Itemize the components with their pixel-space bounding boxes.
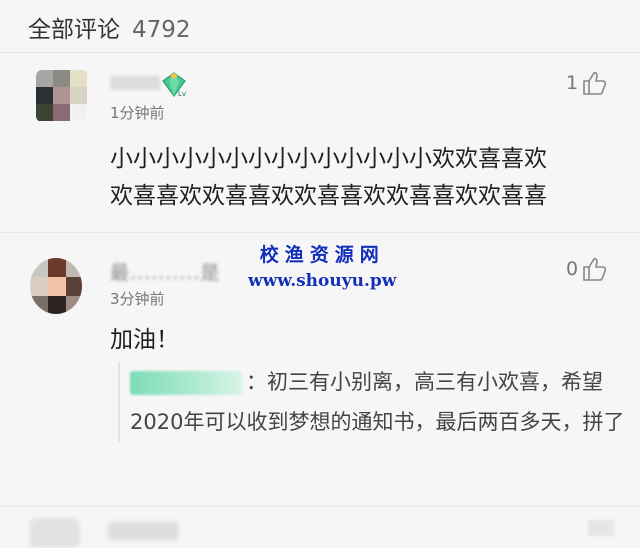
like-count: 1 xyxy=(566,72,579,94)
watermark: 校渔资源网 www.shouyu.pw xyxy=(248,240,396,291)
username-blurred[interactable] xyxy=(110,76,160,90)
username-blurred[interactable] xyxy=(108,522,178,540)
level-badge-text: Lv1 xyxy=(178,90,187,98)
like-button[interactable]: 0 xyxy=(566,256,608,282)
avatar[interactable] xyxy=(36,70,88,122)
comment-body: 小小小小小小小小小小小小小小欢欢喜喜欢 欢喜喜欢欢喜喜欢欢喜喜欢欢喜喜欢欢喜喜 xyxy=(110,146,547,209)
comment-divider xyxy=(0,232,640,233)
like-count: 0 xyxy=(566,258,579,280)
avatar[interactable] xyxy=(30,258,82,314)
thumbs-up-icon xyxy=(583,71,607,95)
header-divider xyxy=(0,52,640,53)
comments-header: 全部评论 4792 xyxy=(28,10,191,44)
comment-body: 加油！ xyxy=(110,327,179,353)
avatar[interactable] xyxy=(30,518,80,548)
comments-title: 全部评论 xyxy=(28,17,120,43)
reply-quote[interactable]: ：初三有小别离，高三有小欢喜，希望2020年可以收到梦想的通知书，最后两百多天，… xyxy=(118,362,630,442)
comment-time: 3分钟前 xyxy=(110,290,165,308)
comments-count: 4792 xyxy=(132,17,191,43)
reply-username-blurred[interactable] xyxy=(130,371,242,395)
username-blurred[interactable]: 最..........是 xyxy=(110,258,220,285)
like-button[interactable]: 1 xyxy=(566,70,608,96)
watermark-url: www.shouyu.pw xyxy=(248,271,397,291)
level-diamond-icon: Lv1 xyxy=(162,72,187,98)
watermark-title: 校渔资源网 xyxy=(259,244,385,266)
comment-time: 1分钟前 xyxy=(110,104,165,122)
thumbs-up-icon xyxy=(583,257,607,281)
comment-divider xyxy=(0,506,640,507)
